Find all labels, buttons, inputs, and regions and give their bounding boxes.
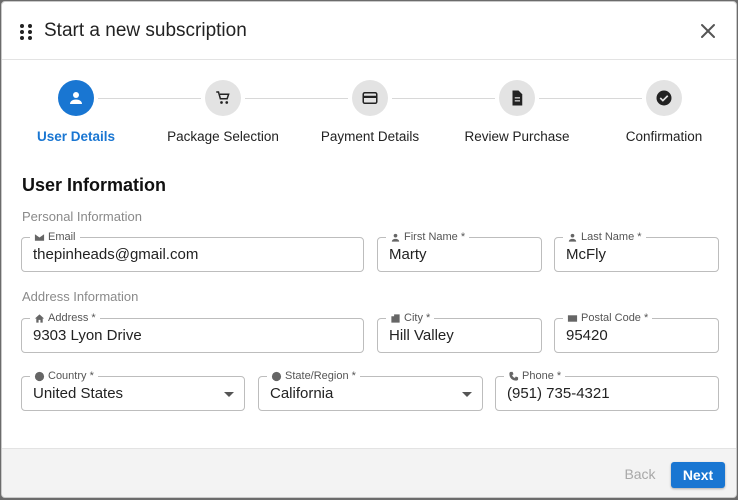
step-confirmation[interactable]: Confirmation [589, 80, 736, 144]
country-select[interactable]: Country * United States [21, 369, 245, 411]
personal-info-label: Personal Information [22, 209, 142, 224]
step-label: User Details [36, 129, 116, 144]
phone-icon [509, 371, 519, 381]
drag-handle-icon[interactable] [20, 24, 34, 40]
dialog-footer: Back Next [2, 448, 736, 497]
state-label: State/Region * [267, 369, 360, 383]
chevron-down-icon[interactable] [224, 392, 234, 397]
postal-code-label-text: Postal Code * [581, 312, 649, 324]
city-field[interactable]: City * Hill Valley [377, 311, 542, 353]
city-value: Hill Valley [389, 327, 454, 344]
city-label: City * [386, 311, 435, 325]
person-icon [58, 80, 94, 116]
document-icon [499, 80, 535, 116]
address-field[interactable]: Address * 9303 Lyon Drive [21, 311, 364, 353]
section-title: User Information [22, 175, 167, 195]
home-icon [34, 313, 45, 323]
cart-icon [205, 80, 241, 116]
chevron-down-icon[interactable] [462, 392, 472, 397]
state-select[interactable]: State/Region * California [258, 369, 483, 411]
phone-label: Phone * [504, 369, 566, 383]
step-package-selection[interactable]: Package Selection [148, 80, 298, 144]
mail-icon [567, 314, 578, 322]
country-value: United States [33, 385, 124, 402]
first-name-label: First Name * [386, 230, 470, 244]
person-icon [391, 233, 400, 242]
email-label-text: Email [48, 231, 76, 243]
building-icon [391, 313, 400, 323]
postal-code-field[interactable]: Postal Code * 95420 [554, 311, 719, 353]
next-button[interactable]: Next [671, 462, 725, 488]
step-label: Payment Details [320, 129, 420, 144]
step-payment-details[interactable]: Payment Details [295, 80, 445, 144]
first-name-field[interactable]: First Name * Marty [377, 230, 542, 272]
progress-stepper: User Details Package Selection Payment D… [2, 62, 736, 162]
step-label: Package Selection [167, 129, 279, 144]
back-button[interactable]: Back [614, 466, 666, 482]
phone-value: (951) 735-4321 [507, 385, 610, 402]
state-label-text: State/Region * [285, 370, 356, 382]
step-review-purchase[interactable]: Review Purchase [442, 80, 592, 144]
city-label-text: City * [404, 312, 431, 324]
postal-code-label: Postal Code * [563, 311, 653, 325]
dialog-titlebar: Start a new subscription [2, 2, 736, 60]
country-label-text: Country * [48, 370, 94, 382]
person-icon [568, 233, 577, 242]
check-circle-icon [646, 80, 682, 116]
last-name-label: Last Name * [563, 230, 646, 244]
close-icon[interactable] [696, 19, 720, 43]
globe-icon [271, 371, 282, 381]
first-name-value: Marty [389, 246, 427, 263]
country-label: Country * [30, 369, 98, 383]
globe-icon [34, 371, 45, 381]
step-label: Review Purchase [464, 129, 570, 144]
step-label: Confirmation [625, 129, 703, 144]
address-info-label: Address Information [22, 289, 139, 304]
phone-field[interactable]: Phone * (951) 735-4321 [495, 369, 719, 411]
address-value: 9303 Lyon Drive [33, 327, 142, 344]
email-label: Email [30, 230, 80, 244]
address-label: Address * [30, 311, 100, 325]
state-value: California [270, 385, 334, 402]
last-name-value: McFly [566, 246, 606, 263]
email-field[interactable]: Email thepinheads@gmail.com [21, 230, 364, 272]
first-name-label-text: First Name * [404, 231, 466, 243]
credit-card-icon [352, 80, 388, 116]
address-label-text: Address * [48, 312, 96, 324]
last-name-label-text: Last Name * [581, 231, 642, 243]
email-value: thepinheads@gmail.com [33, 246, 199, 263]
mail-icon [34, 233, 45, 241]
last-name-field[interactable]: Last Name * McFly [554, 230, 719, 272]
step-user-details[interactable]: User Details [2, 80, 151, 144]
postal-code-value: 95420 [566, 327, 608, 344]
phone-label-text: Phone * [522, 370, 562, 382]
dialog-title: Start a new subscription [44, 20, 247, 41]
subscription-dialog: Start a new subscription User Details Pa… [1, 1, 737, 498]
